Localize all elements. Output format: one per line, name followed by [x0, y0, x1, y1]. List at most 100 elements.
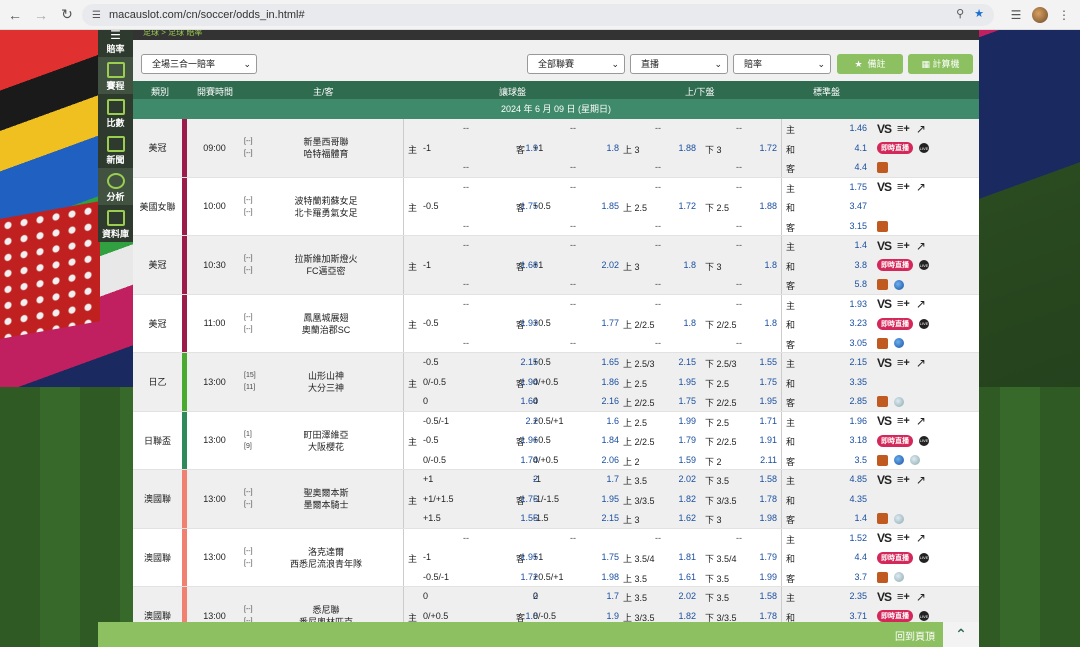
- versus-icon[interactable]: VS: [877, 180, 892, 194]
- line-chart-icon[interactable]: ↗: [916, 239, 926, 253]
- list-plus-icon[interactable]: ≡+: [897, 415, 910, 427]
- bookmaker-logo-icon[interactable]: [877, 337, 888, 349]
- outcome-odds[interactable]: 1.46: [849, 123, 867, 133]
- list-plus-icon[interactable]: ≡+: [897, 298, 910, 310]
- away-team[interactable]: 奧蘭治郡SC: [266, 324, 386, 336]
- list-plus-icon[interactable]: ≡+: [897, 123, 910, 135]
- bookmaker-logo-icon[interactable]: [877, 220, 888, 232]
- outcome-odds[interactable]: 3.05: [849, 338, 867, 348]
- live-tv-icon[interactable]: LIVE: [919, 611, 929, 622]
- under-odds[interactable]: 1.8: [747, 260, 777, 270]
- away-handicap-odds[interactable]: 1.86: [589, 377, 619, 387]
- away-team[interactable]: 北卡羅勇氣女足: [266, 207, 386, 219]
- home-team[interactable]: 波特蘭莉蘇女足: [266, 195, 386, 207]
- over-odds[interactable]: 1.99: [666, 416, 696, 426]
- away-team[interactable]: 大阪櫻花: [266, 441, 386, 453]
- forward-arrow-icon[interactable]: →: [30, 4, 52, 26]
- outcome-odds[interactable]: 3.8: [854, 260, 867, 270]
- site-info-icon[interactable]: ☰: [92, 10, 101, 21]
- versus-icon[interactable]: VS: [877, 122, 892, 136]
- live-tv-icon[interactable]: LIVE: [919, 552, 929, 563]
- line-chart-icon[interactable]: ↗: [916, 180, 926, 194]
- bookmaker-logo-icon[interactable]: [877, 396, 888, 408]
- over-odds[interactable]: 1.72: [666, 201, 696, 211]
- away-team[interactable]: 大分三神: [266, 382, 386, 394]
- soccer-ball-icon[interactable]: [894, 396, 904, 407]
- soccer-ball-icon[interactable]: [910, 455, 920, 466]
- outcome-odds[interactable]: 1.75: [849, 182, 867, 192]
- live-stream-badge[interactable]: 即時直播: [877, 317, 913, 330]
- league-name[interactable]: 日乙: [133, 353, 182, 411]
- away-handicap-odds[interactable]: 1.75: [589, 552, 619, 562]
- sidebar-item-scores[interactable]: 比數: [98, 94, 133, 131]
- over-odds[interactable]: 1.62: [666, 513, 696, 523]
- list-plus-icon[interactable]: ≡+: [897, 181, 910, 193]
- away-team[interactable]: 西悉尼流浪青年隊: [266, 558, 386, 570]
- away-handicap-odds[interactable]: 1.85: [589, 201, 619, 211]
- versus-icon[interactable]: VS: [877, 356, 892, 370]
- versus-icon[interactable]: VS: [877, 590, 892, 604]
- under-odds[interactable]: 1.98: [747, 513, 777, 523]
- outcome-odds[interactable]: 2.15: [849, 357, 867, 367]
- away-handicap-odds[interactable]: 1.84: [589, 435, 619, 445]
- under-odds[interactable]: 1.72: [747, 143, 777, 153]
- calculator-button[interactable]: ▦ 計算機: [908, 54, 973, 74]
- away-team[interactable]: 墨爾本騎士: [266, 499, 386, 511]
- line-chart-icon[interactable]: ↗: [916, 473, 926, 487]
- bookmaker-logo-icon[interactable]: [877, 571, 888, 583]
- versus-icon[interactable]: VS: [877, 297, 892, 311]
- under-odds[interactable]: 1.79: [747, 552, 777, 562]
- sidebar-item-news[interactable]: 新聞: [98, 131, 133, 168]
- outcome-odds[interactable]: 1.4: [854, 513, 867, 523]
- away-handicap-odds[interactable]: 2.16: [589, 396, 619, 406]
- soccer-ball-icon[interactable]: [894, 572, 904, 583]
- home-team[interactable]: 鳳凰城展翅: [266, 312, 386, 324]
- away-team[interactable]: FC邁亞密: [266, 265, 386, 277]
- outcome-odds[interactable]: 4.35: [849, 494, 867, 504]
- outcome-odds[interactable]: 3.71: [849, 611, 867, 621]
- outcome-odds[interactable]: 3.18: [849, 435, 867, 445]
- away-handicap-odds[interactable]: 1.7: [589, 591, 619, 601]
- soccer-ball-icon[interactable]: [894, 513, 904, 524]
- bookmaker-logo-icon[interactable]: [877, 162, 888, 174]
- over-odds[interactable]: 1.61: [666, 572, 696, 582]
- line-chart-icon[interactable]: ↗: [916, 531, 926, 545]
- league-select[interactable]: 全部聯賽 ⌄: [527, 54, 625, 74]
- over-odds[interactable]: 1.75: [666, 396, 696, 406]
- under-odds[interactable]: 1.71: [747, 416, 777, 426]
- outcome-odds[interactable]: 1.93: [849, 299, 867, 309]
- under-odds[interactable]: 2.11: [747, 455, 777, 465]
- away-handicap-odds[interactable]: 1.7: [589, 474, 619, 484]
- live-stream-badge[interactable]: 即時直播: [877, 142, 913, 155]
- over-odds[interactable]: 1.59: [666, 455, 696, 465]
- under-odds[interactable]: 1.88: [747, 201, 777, 211]
- away-handicap-odds[interactable]: 1.6: [589, 416, 619, 426]
- line-chart-icon[interactable]: ↗: [916, 590, 926, 604]
- over-odds[interactable]: 2.15: [666, 357, 696, 367]
- away-handicap-odds[interactable]: 2.15: [589, 513, 619, 523]
- back-to-top-link[interactable]: 回到頁頂: [895, 628, 935, 643]
- over-odds[interactable]: 1.8: [666, 260, 696, 270]
- league-name[interactable]: 美國女聯: [133, 178, 182, 236]
- league-name[interactable]: 美冠: [133, 236, 182, 294]
- over-odds[interactable]: 1.95: [666, 377, 696, 387]
- sidebar-item-analysis[interactable]: 分析: [98, 168, 133, 205]
- line-chart-icon[interactable]: ↗: [916, 356, 926, 370]
- media-control-icon[interactable]: ☰: [1006, 5, 1026, 25]
- over-odds[interactable]: 1.81: [666, 552, 696, 562]
- league-name[interactable]: 美冠: [133, 119, 182, 177]
- chevron-up-icon[interactable]: ⌃: [943, 622, 979, 647]
- line-chart-icon[interactable]: ↗: [916, 122, 926, 136]
- list-plus-icon[interactable]: ≡+: [897, 240, 910, 252]
- live-tv-icon[interactable]: LIVE: [919, 260, 929, 271]
- away-handicap-odds[interactable]: 1.8: [589, 143, 619, 153]
- away-handicap-odds[interactable]: 1.77: [589, 318, 619, 328]
- odds-type-select[interactable]: 賠率 ⌄: [733, 54, 831, 74]
- league-name[interactable]: 澳國聯: [133, 470, 182, 528]
- outcome-odds[interactable]: 3.15: [849, 221, 867, 231]
- versus-icon[interactable]: VS: [877, 473, 892, 487]
- live-tv-icon[interactable]: LIVE: [919, 435, 929, 446]
- bookmaker-logo-icon[interactable]: [877, 279, 888, 291]
- outcome-odds[interactable]: 2.35: [849, 591, 867, 601]
- sidebar-item-database[interactable]: 資料庫: [98, 205, 133, 242]
